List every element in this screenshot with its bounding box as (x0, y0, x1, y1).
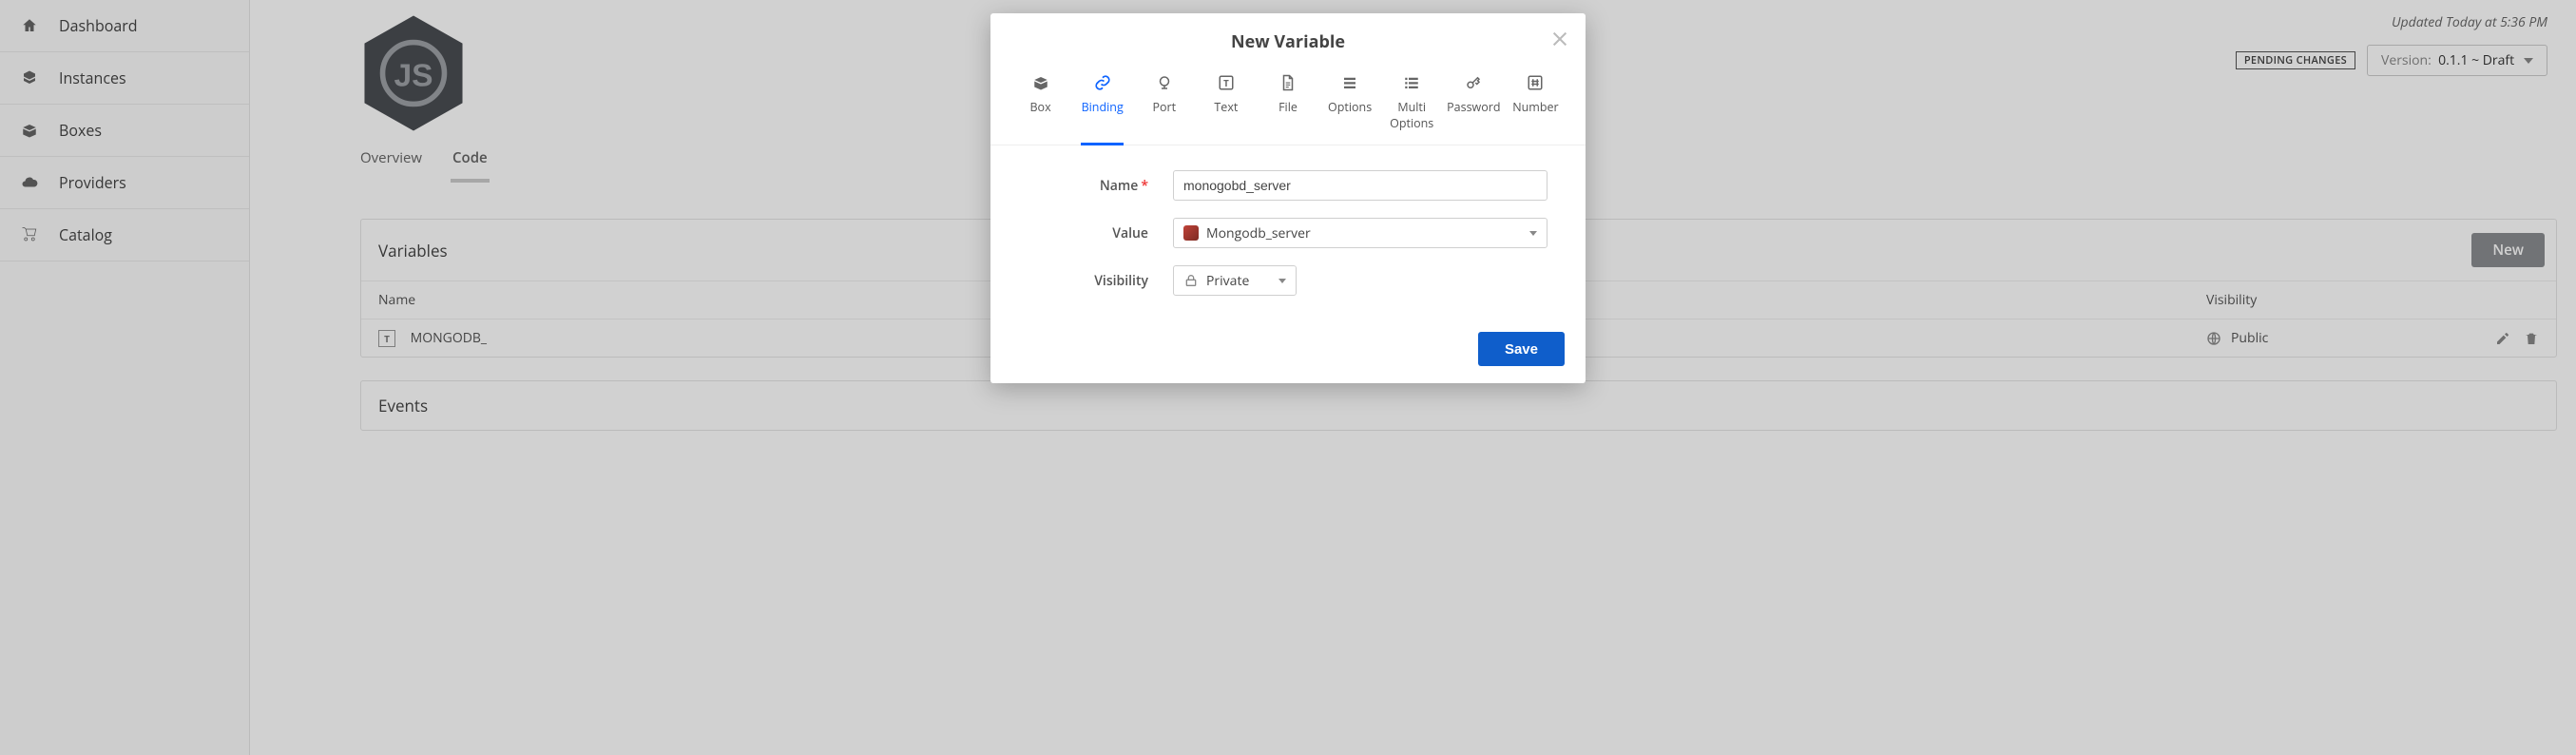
type-tab-label: File (1278, 99, 1298, 115)
type-tab-password[interactable]: Password (1443, 68, 1505, 145)
modal-title-text: New Variable (1231, 30, 1345, 53)
type-tab-binding[interactable]: Binding (1071, 68, 1133, 145)
required-asterisk: * (1141, 177, 1148, 195)
chevron-down-icon (1278, 279, 1286, 283)
svg-text:T: T (1223, 77, 1229, 89)
variable-type-tabs: Box Binding Port T Text File (990, 67, 1586, 145)
type-tab-label: Password (1447, 99, 1500, 115)
type-tab-label: Multi Options (1381, 99, 1443, 131)
type-tab-multi-options[interactable]: Multi Options (1381, 68, 1443, 145)
key-icon (1465, 74, 1482, 91)
text-icon: T (1218, 74, 1235, 91)
globe-stand-icon (1156, 74, 1173, 91)
type-tab-text[interactable]: T Text (1195, 68, 1257, 145)
type-tab-box[interactable]: Box (1009, 68, 1071, 145)
file-icon (1279, 74, 1297, 91)
box-icon (1032, 74, 1049, 91)
save-button[interactable]: Save (1478, 332, 1565, 366)
visibility-label: Visibility (1094, 272, 1148, 290)
chevron-down-icon (1529, 231, 1537, 236)
value-selected-text: Mongodb_server (1206, 224, 1311, 242)
new-variable-modal: New Variable Box Binding Port T Tex (990, 13, 1586, 383)
type-tab-options[interactable]: Options (1319, 68, 1381, 145)
multi-options-icon (1403, 74, 1420, 91)
lock-icon (1183, 273, 1199, 288)
type-tab-label: Options (1328, 99, 1372, 115)
value-label: Value (1112, 224, 1148, 242)
value-select[interactable]: Mongodb_server (1173, 218, 1548, 248)
visibility-selected-text: Private (1206, 272, 1249, 290)
type-tab-port[interactable]: Port (1133, 68, 1195, 145)
options-icon (1341, 74, 1358, 91)
hash-icon (1527, 74, 1544, 91)
type-tab-file[interactable]: File (1257, 68, 1318, 145)
type-tab-label: Port (1152, 99, 1176, 115)
variable-form: Name* Value Mongodb_server Visibility Pr… (990, 145, 1586, 296)
type-tab-label: Text (1214, 99, 1238, 115)
type-tab-number[interactable]: Number (1505, 68, 1567, 145)
type-tab-label: Box (1029, 99, 1050, 115)
type-tab-label: Number (1512, 99, 1558, 115)
visibility-select[interactable]: Private (1173, 265, 1297, 296)
name-input[interactable] (1173, 170, 1548, 201)
name-label: Name (1100, 177, 1139, 195)
link-icon (1094, 74, 1111, 91)
close-icon[interactable] (1551, 30, 1568, 48)
type-tab-label: Binding (1082, 99, 1124, 115)
mongodb-icon (1183, 225, 1199, 241)
